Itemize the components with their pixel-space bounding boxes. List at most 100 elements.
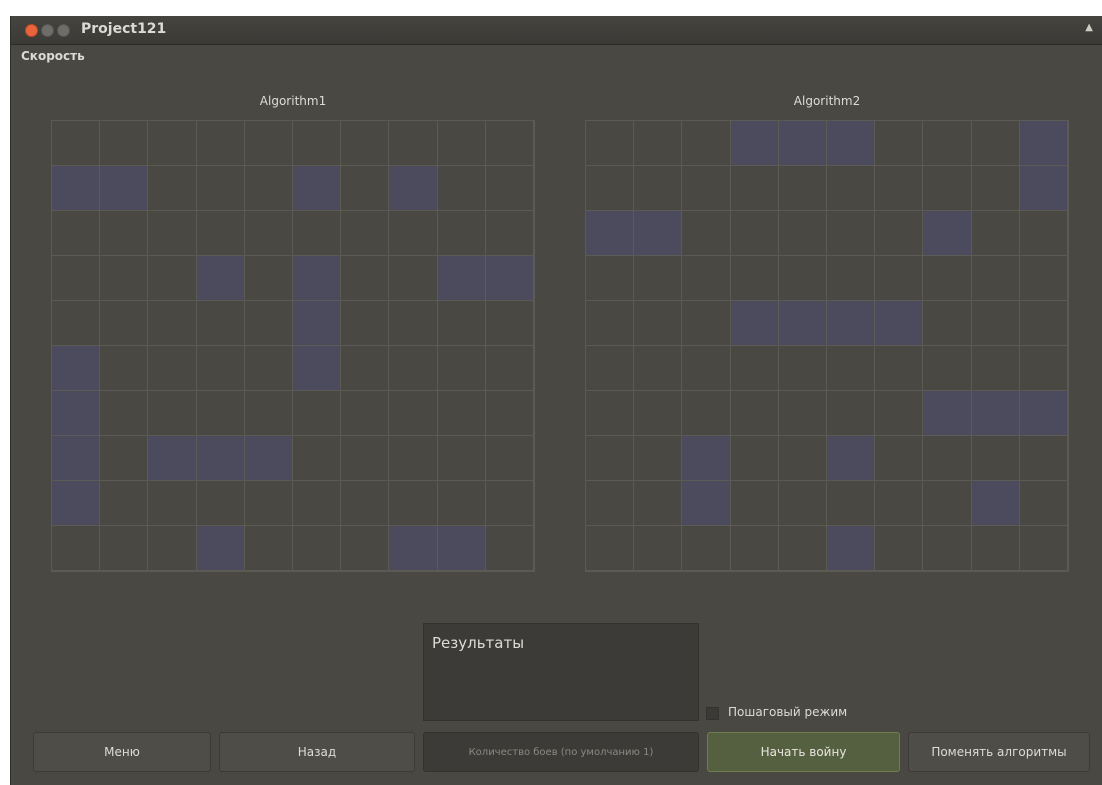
grid-cell[interactable] (52, 391, 101, 436)
grid-cell[interactable] (293, 481, 342, 526)
grid-cell[interactable] (827, 256, 876, 301)
grid-cell[interactable] (148, 481, 197, 526)
grid-cell[interactable] (100, 391, 149, 436)
grid-cell[interactable] (100, 436, 149, 481)
grid-cell[interactable] (827, 166, 876, 211)
grid-cell[interactable] (196, 256, 245, 301)
grid-cell[interactable] (1019, 346, 1068, 391)
grid-cell[interactable] (341, 121, 390, 166)
grid-cell[interactable] (485, 256, 534, 301)
grid-cell[interactable] (730, 301, 779, 346)
grid-cell[interactable] (341, 256, 390, 301)
grid-cell[interactable] (1019, 166, 1068, 211)
grid-cell[interactable] (586, 166, 635, 211)
grid-cell[interactable] (586, 391, 635, 436)
grid-cell[interactable] (148, 166, 197, 211)
grid-cell[interactable] (148, 301, 197, 346)
grid-cell[interactable] (437, 301, 486, 346)
grid-cell[interactable] (586, 346, 635, 391)
grid-cell[interactable] (923, 346, 972, 391)
grid-cell[interactable] (196, 301, 245, 346)
grid-cell[interactable] (196, 121, 245, 166)
grid-cell[interactable] (1019, 256, 1068, 301)
grid-cell[interactable] (485, 211, 534, 256)
grid-cell[interactable] (293, 436, 342, 481)
grid-cell[interactable] (341, 166, 390, 211)
grid-cell[interactable] (875, 301, 924, 346)
grid-cell[interactable] (634, 166, 683, 211)
grid-cell[interactable] (341, 481, 390, 526)
grid-cell[interactable] (196, 166, 245, 211)
grid-cell[interactable] (389, 211, 438, 256)
grid-cell[interactable] (1019, 391, 1068, 436)
grid-cell[interactable] (148, 211, 197, 256)
grid-cell[interactable] (244, 436, 293, 481)
step-mode-checkbox-box[interactable] (706, 707, 719, 720)
grid-cell[interactable] (437, 481, 486, 526)
grid-cell[interactable] (778, 391, 827, 436)
grid-cell[interactable] (682, 526, 731, 571)
grid-cell[interactable] (1019, 436, 1068, 481)
grid-cell[interactable] (827, 391, 876, 436)
grid-cell[interactable] (923, 256, 972, 301)
grid-cell[interactable] (923, 301, 972, 346)
grid-cell[interactable] (730, 346, 779, 391)
grid-cell[interactable] (875, 526, 924, 571)
grid-cell[interactable] (586, 481, 635, 526)
grid-cell[interactable] (923, 211, 972, 256)
grid-cell[interactable] (485, 121, 534, 166)
grid-cell[interactable] (52, 211, 101, 256)
grid-cell[interactable] (437, 346, 486, 391)
grid-cell[interactable] (827, 436, 876, 481)
grid-cell[interactable] (485, 166, 534, 211)
grid-cell[interactable] (875, 121, 924, 166)
grid-cell[interactable] (971, 526, 1020, 571)
grid-cell[interactable] (971, 121, 1020, 166)
grid-cell[interactable] (971, 481, 1020, 526)
grid-cell[interactable] (196, 346, 245, 391)
grid-cell[interactable] (293, 301, 342, 346)
grid-cell[interactable] (52, 526, 101, 571)
grid-cell[interactable] (634, 346, 683, 391)
grid-cell[interactable] (341, 346, 390, 391)
grid-cell[interactable] (923, 436, 972, 481)
grid-cell[interactable] (875, 346, 924, 391)
grid-cell[interactable] (52, 256, 101, 301)
grid-cell[interactable] (730, 256, 779, 301)
grid-cell[interactable] (682, 391, 731, 436)
grid-cell[interactable] (244, 256, 293, 301)
grid-cell[interactable] (485, 526, 534, 571)
grid-cell[interactable] (1019, 526, 1068, 571)
grid-cell[interactable] (682, 166, 731, 211)
grid-cell[interactable] (244, 526, 293, 571)
grid-cell[interactable] (778, 166, 827, 211)
grid-cell[interactable] (682, 121, 731, 166)
grid-cell[interactable] (634, 256, 683, 301)
grid-cell[interactable] (923, 121, 972, 166)
grid-cell[interactable] (293, 121, 342, 166)
grid-cell[interactable] (778, 256, 827, 301)
grid-cell[interactable] (634, 391, 683, 436)
grid-cell[interactable] (389, 166, 438, 211)
grid-cell[interactable] (389, 121, 438, 166)
grid-cell[interactable] (437, 256, 486, 301)
grid-cell[interactable] (293, 346, 342, 391)
grid-cell[interactable] (730, 121, 779, 166)
grid-cell[interactable] (634, 211, 683, 256)
grid-cell[interactable] (827, 211, 876, 256)
grid-cell[interactable] (196, 211, 245, 256)
grid-cell[interactable] (1019, 301, 1068, 346)
grid-cell[interactable] (586, 301, 635, 346)
grid-cell[interactable] (634, 526, 683, 571)
grid-cell[interactable] (827, 346, 876, 391)
grid-cell[interactable] (485, 346, 534, 391)
grid-cell[interactable] (244, 211, 293, 256)
grid-cell[interactable] (730, 166, 779, 211)
grid-cell[interactable] (875, 211, 924, 256)
grid-cell[interactable] (52, 481, 101, 526)
grid-cell[interactable] (682, 301, 731, 346)
grid-cell[interactable] (52, 121, 101, 166)
back-button[interactable]: Назад (219, 732, 415, 772)
grid-cell[interactable] (682, 211, 731, 256)
grid-cell[interactable] (148, 121, 197, 166)
